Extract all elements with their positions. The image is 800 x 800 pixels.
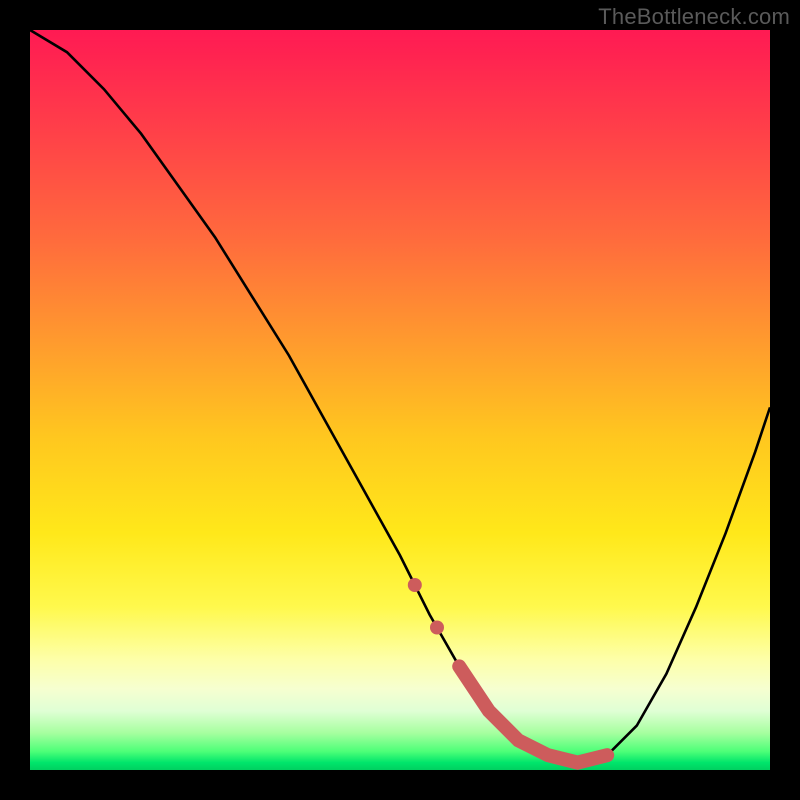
chart-frame: TheBottleneck.com [0,0,800,800]
watermark-text: TheBottleneck.com [598,4,790,30]
bottleneck-curve-line [30,30,770,763]
bottleneck-curve-svg [30,30,770,770]
optimal-range-highlight [459,666,607,762]
highlight-dot-1 [408,578,422,592]
highlight-dot-2 [430,621,444,635]
plot-area [30,30,770,770]
